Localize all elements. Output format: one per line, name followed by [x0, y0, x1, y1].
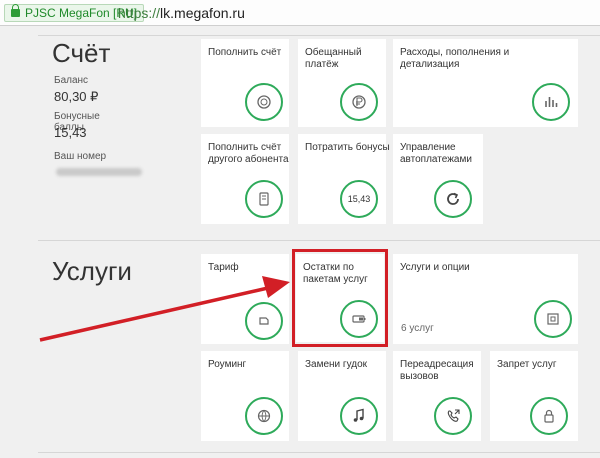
tile-label: Тариф — [208, 262, 239, 273]
tile-label: Пополнить счёт другого абонента — [208, 142, 289, 165]
sim-card-icon — [245, 302, 283, 340]
ruble-coin-icon — [340, 83, 378, 121]
divider — [38, 35, 600, 36]
lock-icon — [11, 4, 20, 17]
balance-label: Баланс — [54, 75, 89, 86]
tile-label: Запрет услуг — [497, 359, 557, 370]
bonus-value: 15,43 — [54, 125, 87, 140]
music-note-icon — [340, 397, 378, 435]
refresh-icon — [434, 180, 472, 218]
bonus-amount-badge: 15,43 — [340, 180, 378, 218]
phone-number-label: Ваш номер — [54, 151, 107, 162]
tile-roaming[interactable]: Роуминг — [201, 351, 289, 441]
tile-label: Обещанный платёж — [305, 47, 362, 70]
bonus-amount: 15,43 — [347, 194, 371, 204]
url-scheme: https:// — [118, 5, 161, 21]
tile-service-barring[interactable]: Запрет услуг — [490, 351, 578, 441]
tile-autopay[interactable]: Управление автоплатежами — [393, 134, 483, 224]
bar-chart-icon — [532, 83, 570, 121]
tile-spend-bonuses[interactable]: Потратить бонусы 15,43 — [298, 134, 390, 224]
tile-tariff[interactable]: Тариф — [201, 254, 289, 344]
highlight-frame — [292, 249, 388, 347]
url-text[interactable]: https://lk.megafon.ru — [118, 5, 245, 21]
padlock-icon — [530, 397, 568, 435]
coin-icon — [245, 83, 283, 121]
tile-expenses-details[interactable]: Расходы, пополнения и детализация — [393, 39, 578, 127]
tile-label: Расходы, пополнения и детализация — [400, 47, 510, 70]
tile-promised-payment[interactable]: Обещанный платёж — [298, 39, 386, 127]
services-count: 6 услуг — [401, 323, 434, 334]
tile-label: Управление автоплатежами — [400, 142, 472, 165]
tile-label: Переадресация вызовов — [400, 359, 474, 382]
url-host: lk.megafon.ru — [160, 5, 245, 21]
phone-forward-icon — [434, 397, 472, 435]
tile-ringback-tone[interactable]: Замени гудок — [298, 351, 386, 441]
globe-icon — [245, 397, 283, 435]
tile-label: Пополнить счёт — [208, 47, 282, 58]
divider — [38, 240, 600, 241]
divider — [38, 452, 600, 453]
grid-icon — [534, 300, 572, 338]
card-icon — [245, 180, 283, 218]
tile-label: Замени гудок — [305, 359, 368, 370]
tile-topup-other[interactable]: Пополнить счёт другого абонента — [201, 134, 289, 224]
tile-call-forwarding[interactable]: Переадресация вызовов — [393, 351, 481, 441]
balance-value: 80,30 ₽ — [54, 89, 99, 104]
tile-services-options[interactable]: Услуги и опции 6 услуг — [393, 254, 578, 344]
tile-topup[interactable]: Пополнить счёт — [201, 39, 289, 127]
address-bar[interactable]: PJSC MegaFon [RU] https://lk.megafon.ru — [0, 0, 600, 26]
account-section-title: Счёт — [52, 38, 111, 68]
tile-label: Услуги и опции — [400, 262, 470, 273]
phone-number-redacted — [56, 168, 142, 176]
tile-label: Потратить бонусы — [305, 142, 390, 153]
services-section-title: Услуги — [52, 256, 132, 286]
tile-label: Роуминг — [208, 359, 247, 370]
